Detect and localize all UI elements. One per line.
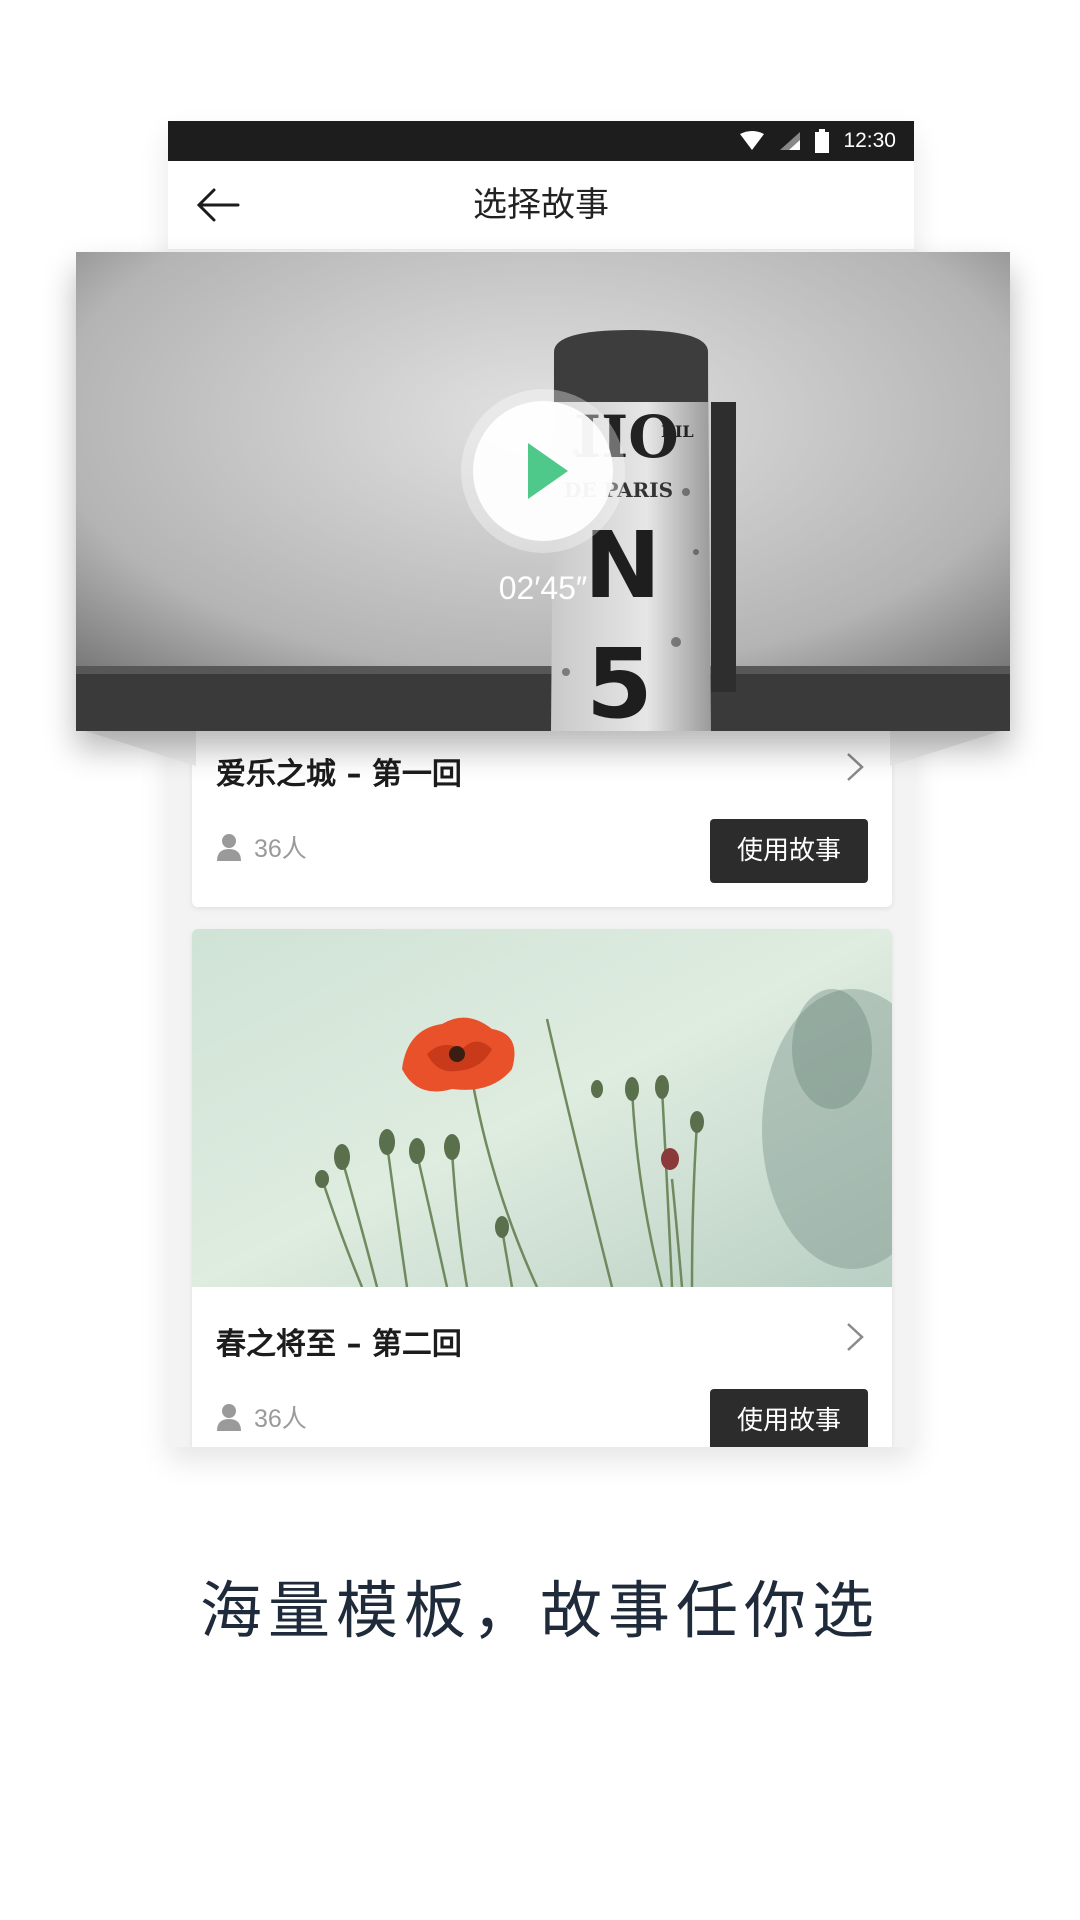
play-button[interactable] — [460, 388, 626, 554]
participant-count: 36人 — [216, 1399, 307, 1435]
participant-count-text: 36人 — [254, 835, 307, 863]
app-bar: 选择故事 — [168, 161, 914, 250]
chevron-right-icon[interactable] — [842, 751, 868, 783]
story-card-1[interactable]: 爱乐之城 – 第一回 36人 使用故事 — [192, 721, 892, 907]
participant-count: 36人 — [216, 829, 307, 865]
video-duration: 02′45″ — [498, 570, 588, 606]
back-button[interactable] — [194, 183, 244, 227]
story-title: 爱乐之城 – 第一回 — [216, 757, 462, 792]
user-icon — [217, 1404, 241, 1431]
story-video-thumbnail[interactable]: IIO KIL DE PARIS N 5 02′45″ — [76, 252, 1010, 731]
arrow-left-icon — [196, 188, 240, 222]
signal-icon — [780, 132, 801, 150]
promo-tagline: 海量模板，故事任你选 — [199, 1574, 880, 1647]
svg-text:5: 5 — [586, 628, 653, 731]
story-card-2[interactable]: 春之将至 – 第二回 36人 使用故事 — [192, 929, 892, 1447]
use-story-button[interactable]: 使用故事 — [710, 819, 868, 883]
svg-text:KIL: KIL — [661, 422, 694, 441]
wifi-icon — [740, 131, 765, 150]
use-story-button[interactable]: 使用故事 — [710, 1389, 868, 1447]
story-title: 春之将至 – 第二回 — [216, 1327, 462, 1362]
battery-icon — [815, 129, 830, 153]
page-title: 选择故事 — [473, 185, 609, 225]
status-bar: 12:30 — [168, 121, 914, 161]
chevron-right-icon[interactable] — [842, 1321, 868, 1353]
story-cover-image — [192, 929, 892, 1287]
participant-count-text: 36人 — [254, 1405, 307, 1433]
status-time: 12:30 — [843, 129, 896, 152]
user-icon — [217, 834, 241, 861]
